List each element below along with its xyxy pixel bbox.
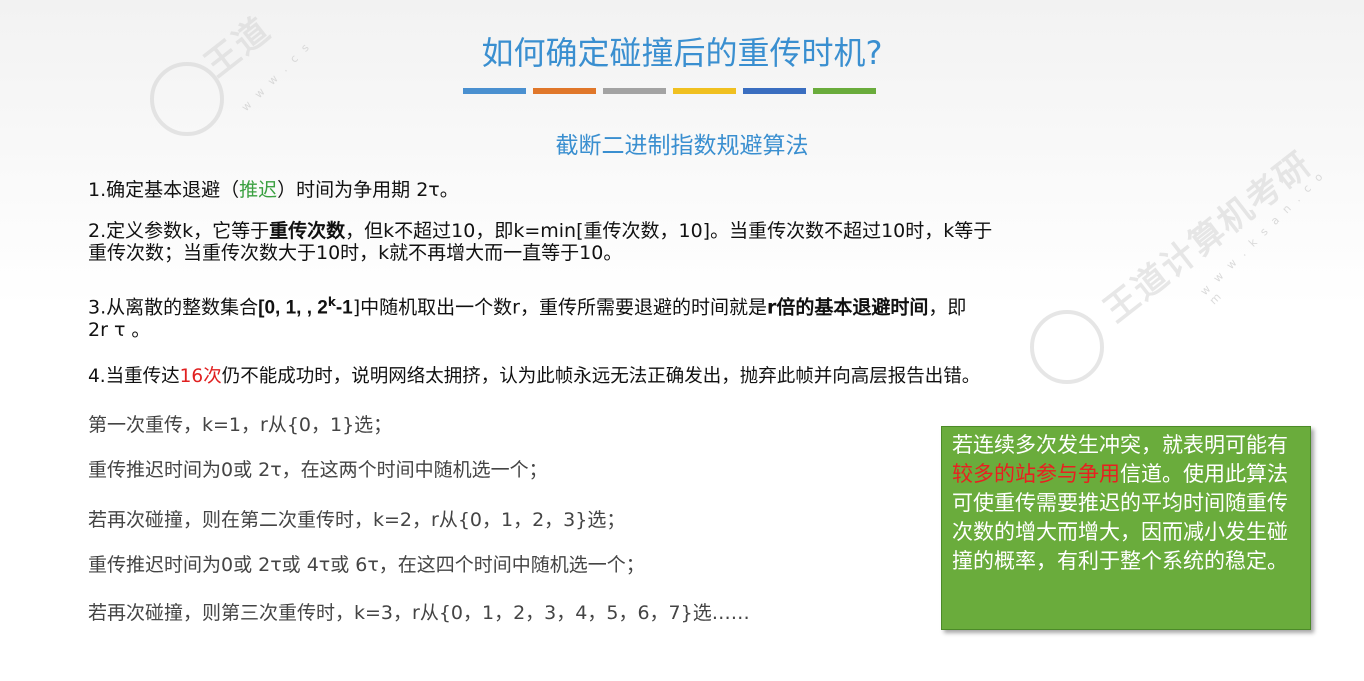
page-title: 如何确定碰撞后的重传时机? <box>481 34 883 72</box>
rule-3-text-c: ，即 <box>928 296 967 319</box>
title-bar-segment-1 <box>463 88 526 94</box>
example-line-4: 重传推迟时间为0或 2τ或 4τ或 6τ，在这四个时间中随机选一个； <box>88 554 645 576</box>
callout-text-a: 若连续多次发生冲突，就表明可能有 <box>952 433 1288 457</box>
example-line-2: 重传推迟时间为0或 2τ，在这两个时间中随机选一个； <box>88 459 548 481</box>
rule-2-bold: 重传次数 <box>269 220 346 242</box>
example-line-5: 若再次碰撞，则第三次重传时，k=3，r从{0，1，2，3，4，5，6，7}选…… <box>88 602 750 624</box>
title-bar-segment-6 <box>813 88 876 94</box>
example-line-1: 第一次重传，k=1，r从{0，1}选； <box>88 414 393 436</box>
rule-3: 3.从离散的整数集合[0, 1, , 2k-1]中随机取出一个数r，重传所需要退… <box>88 291 1288 341</box>
rule-4: 4.当重传达16次仍不能成功时，说明网络太拥挤，认为此帧永远无法正确发出，抛弃此… <box>88 366 980 388</box>
rule-2-text-b: ，但k不超过10，即k=min[重传次数，10]。当重传次数不超过10时，k等于 <box>345 220 993 242</box>
title-bar-segment-4 <box>673 88 736 94</box>
rule-2-text-c: 重传次数；当重传次数大于10时，k就不再增大而一直等于10。 <box>88 242 623 264</box>
title-bar-segment-2 <box>533 88 596 94</box>
title-bar-segment-3 <box>603 88 666 94</box>
rule-3-text-d: 2r τ 。 <box>88 319 151 342</box>
rule-1-highlight: 推迟 <box>239 179 278 201</box>
title-color-bar <box>463 88 876 94</box>
section-subtitle: 截断二进制指数规避算法 <box>555 133 809 159</box>
rule-1: 1.确定基本退避（推迟）时间为争用期 2τ。 <box>88 179 459 201</box>
rule-3-set-close: -1 <box>335 297 353 319</box>
rule-3-text-b: ]中随机取出一个数r，重传所需要退避的时间就是 <box>352 296 767 319</box>
rule-4-highlight: 16次 <box>179 366 222 387</box>
rule-1-text-a: 1.确定基本退避（ <box>88 179 240 201</box>
rule-3-text-a: 3.从离散的整数集合 <box>88 296 259 319</box>
rule-4-text-b: 仍不能成功时，说明网络太拥挤，认为此帧永远无法正确发出，抛弃此帧并向高层报告出错… <box>221 366 981 387</box>
rule-3-superscript: k <box>327 295 336 309</box>
rule-3-bold: r倍的基本退避时间 <box>766 296 929 319</box>
rule-1-text-b: ）时间为争用期 2τ。 <box>277 179 459 201</box>
example-line-3: 若再次碰撞，则在第二次重传时，k=2，r从{0，1，2，3}选； <box>88 509 626 531</box>
callout-highlight: 较多的站参与争用 <box>952 462 1120 486</box>
rule-3-set-open: [0, 1, , 2 <box>258 297 328 319</box>
rule-2: 2.定义参数k，它等于重传次数，但k不超过10，即k=min[重传次数，10]。… <box>88 220 1288 264</box>
title-bar-segment-5 <box>743 88 806 94</box>
rule-2-text-a: 2.定义参数k，它等于 <box>88 220 270 242</box>
note-callout-box: 若连续多次发生冲突，就表明可能有较多的站参与争用信道。使用此算法可使重传需要推迟… <box>941 426 1311 630</box>
rule-4-text-a: 4.当重传达 <box>88 366 180 387</box>
